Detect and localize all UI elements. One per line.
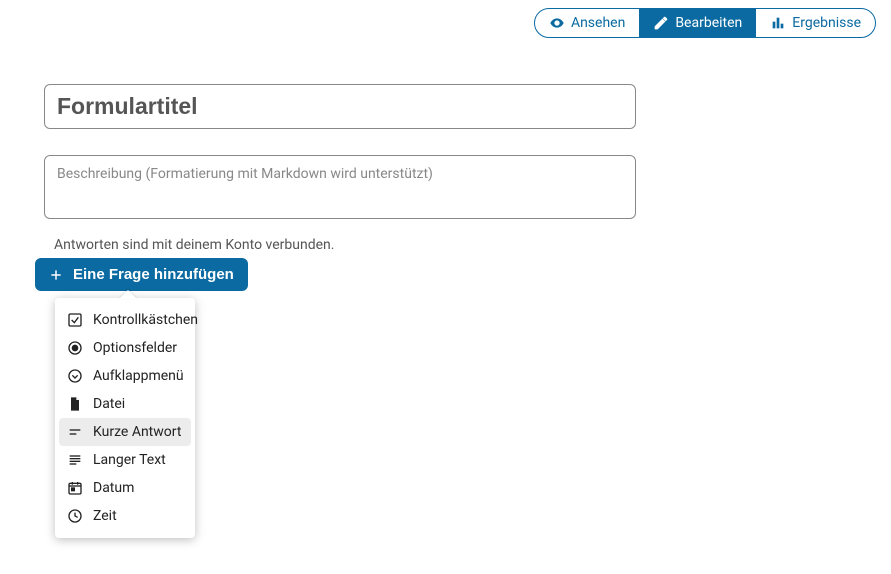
menu-item-long-text[interactable]: Langer Text bbox=[59, 446, 191, 474]
tab-edit[interactable]: Bearbeiten bbox=[639, 9, 756, 37]
menu-item-label: Aufklappmenü bbox=[93, 368, 184, 384]
add-question-button[interactable]: Eine Frage hinzufügen bbox=[35, 258, 248, 291]
menu-item-label: Zeit bbox=[93, 508, 117, 524]
file-icon bbox=[67, 396, 83, 412]
menu-item-label: Kontrollkästchen bbox=[93, 312, 198, 328]
menu-item-label: Datei bbox=[93, 396, 125, 412]
plus-icon bbox=[49, 268, 63, 282]
long-text-icon bbox=[67, 452, 83, 468]
menu-item-label: Optionsfelder bbox=[93, 340, 177, 356]
tab-results[interactable]: Ergebnisse bbox=[756, 9, 875, 37]
menu-item-label: Langer Text bbox=[93, 452, 166, 468]
account-hint: Antworten sind mit deinem Konto verbunde… bbox=[54, 237, 636, 253]
chevron-circle-icon bbox=[67, 368, 83, 384]
mode-tabs: Ansehen Bearbeiten Ergebnisse bbox=[534, 8, 876, 38]
pencil-icon bbox=[653, 15, 669, 31]
eye-icon bbox=[549, 15, 565, 31]
calendar-icon bbox=[67, 480, 83, 496]
checkbox-icon bbox=[67, 312, 83, 328]
menu-item-label: Kurze Antwort bbox=[93, 424, 181, 440]
form-editor: Antworten sind mit deinem Konto verbunde… bbox=[44, 84, 636, 253]
tab-edit-label: Bearbeiten bbox=[675, 15, 742, 31]
tab-view[interactable]: Ansehen bbox=[535, 9, 639, 37]
menu-item-dropdown[interactable]: Aufklappmenü bbox=[59, 362, 191, 390]
bar-chart-icon bbox=[770, 15, 786, 31]
menu-item-label: Datum bbox=[93, 480, 134, 496]
menu-item-short-answer[interactable]: Kurze Antwort bbox=[59, 418, 191, 446]
tab-view-label: Ansehen bbox=[571, 15, 625, 31]
menu-item-radio[interactable]: Optionsfelder bbox=[59, 334, 191, 362]
menu-item-checkbox[interactable]: Kontrollkästchen bbox=[59, 306, 191, 334]
radio-icon bbox=[67, 340, 83, 356]
menu-item-file[interactable]: Datei bbox=[59, 390, 191, 418]
menu-item-time[interactable]: Zeit bbox=[59, 502, 191, 530]
clock-icon bbox=[67, 508, 83, 524]
form-description-input[interactable] bbox=[44, 155, 636, 219]
tab-results-label: Ergebnisse bbox=[792, 15, 861, 31]
form-title-input[interactable] bbox=[44, 84, 636, 129]
short-text-icon bbox=[67, 424, 83, 440]
menu-item-date[interactable]: Datum bbox=[59, 474, 191, 502]
add-question-label: Eine Frage hinzufügen bbox=[73, 266, 234, 283]
question-type-menu: Kontrollkästchen Optionsfelder Aufklappm… bbox=[55, 298, 195, 538]
